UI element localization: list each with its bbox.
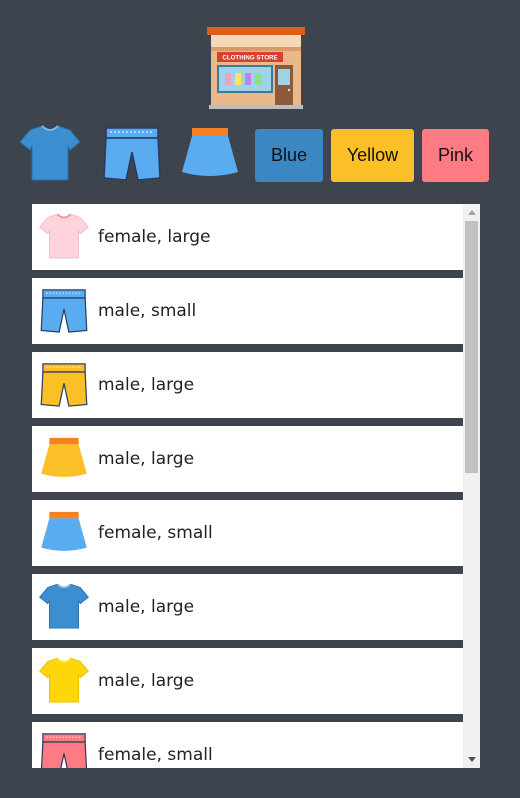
store-sign-text: CLOTHING STORE: [222, 55, 277, 62]
list-item[interactable]: male, large: [32, 426, 463, 492]
shorts-icon: [40, 733, 88, 768]
list-item[interactable]: female, large: [32, 204, 463, 270]
list-item[interactable]: male, small: [32, 278, 463, 344]
list-item[interactable]: female, small: [32, 722, 463, 768]
shorts-filter-icon[interactable]: [100, 124, 164, 184]
tshirt-icon: [39, 657, 89, 703]
skirt-icon: [41, 511, 87, 551]
tshirt-icon: [39, 213, 89, 259]
scroll-down-arrow-icon[interactable]: [463, 751, 480, 768]
scroll-up-arrow-icon[interactable]: [463, 204, 480, 221]
clothing-store-app: CLOTHING STORE Blue Yellow Pink female, …: [0, 0, 520, 798]
item-label: male, small: [98, 301, 197, 321]
product-list[interactable]: female, large male, small male, large ma…: [32, 204, 480, 768]
tshirt-icon: [39, 583, 89, 629]
color-filter-pink[interactable]: Pink: [422, 129, 489, 182]
item-label: male, large: [98, 449, 195, 469]
skirt-filter-icon[interactable]: [178, 124, 242, 184]
item-label: female, small: [98, 523, 213, 543]
list-item[interactable]: female, small: [32, 500, 463, 566]
skirt-icon: [41, 437, 87, 477]
item-label: male, large: [98, 671, 195, 691]
shorts-icon: [40, 363, 88, 407]
item-label: female, large: [98, 227, 211, 247]
item-label: male, large: [98, 375, 195, 395]
item-label: male, large: [98, 597, 195, 617]
shorts-icon: [40, 289, 88, 333]
scrollbar-thumb[interactable]: [465, 221, 478, 473]
color-filter-yellow[interactable]: Yellow: [331, 129, 414, 182]
clothing-store-icon: CLOTHING STORE: [207, 27, 305, 109]
item-label: female, small: [98, 745, 213, 765]
list-item[interactable]: male, large: [32, 648, 463, 714]
tshirt-filter-icon[interactable]: [18, 124, 82, 184]
list-item[interactable]: male, large: [32, 352, 463, 418]
color-filter-blue[interactable]: Blue: [255, 129, 323, 182]
list-scrollbar[interactable]: [463, 204, 480, 768]
list-item[interactable]: male, large: [32, 574, 463, 640]
